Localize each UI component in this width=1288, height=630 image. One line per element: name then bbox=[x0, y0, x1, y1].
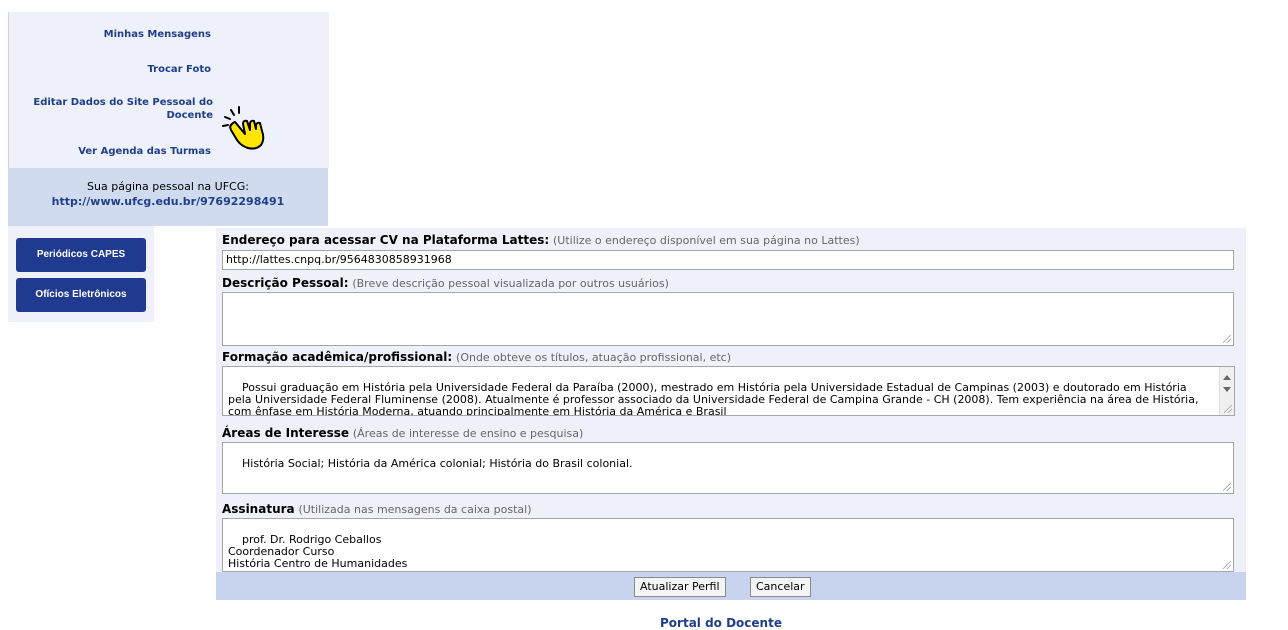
form-button-bar: Atualizar Perfil Cancelar bbox=[216, 572, 1246, 600]
assinatura-hint: (Utilizada nas mensagens da caixa postal… bbox=[298, 503, 532, 516]
lattes-url-input[interactable]: http://lattes.cnpq.br/9564830858931968 bbox=[222, 250, 1234, 270]
areas-label: Áreas de Interesse bbox=[222, 426, 350, 440]
formacao-field-label: Formação acadêmica/profissional: (Onde o… bbox=[222, 350, 731, 364]
descricao-field-label: Descrição Pessoal: (Breve descrição pess… bbox=[222, 276, 669, 290]
assinatura-textarea[interactable]: prof. Dr. Rodrigo Ceballos Coordenador C… bbox=[222, 518, 1234, 572]
areas-textarea[interactable]: História Social; História da América col… bbox=[222, 442, 1234, 494]
lattes-label: Endereço para acessar CV na Plataforma L… bbox=[222, 233, 550, 247]
areas-field-label: Áreas de Interesse (Áreas de interesse d… bbox=[222, 426, 583, 440]
sidebar-menu: Minhas Mensagens Trocar Foto Editar Dado… bbox=[8, 12, 329, 168]
menu-item-editar-dados-site[interactable]: Editar Dados do Site Pessoal do Docente bbox=[0, 96, 213, 122]
periodicos-capes-button[interactable]: Periódicos CAPES bbox=[16, 238, 146, 272]
personal-page-url-link[interactable]: http://www.ufcg.edu.br/97692298491 bbox=[8, 195, 328, 208]
areas-value: História Social; História da América col… bbox=[242, 457, 633, 470]
formacao-value: Possui graduação em História pela Univer… bbox=[228, 381, 1202, 416]
lattes-field-label: Endereço para acessar CV na Plataforma L… bbox=[222, 233, 860, 247]
descricao-hint: (Breve descrição pessoal visualizada por… bbox=[352, 277, 669, 290]
formacao-label: Formação acadêmica/profissional: bbox=[222, 350, 453, 364]
areas-hint: (Áreas de interesse de ensino e pesquisa… bbox=[352, 427, 584, 440]
assinatura-label: Assinatura bbox=[222, 502, 295, 516]
descricao-textarea[interactable] bbox=[222, 292, 1234, 346]
menu-item-trocar-foto[interactable]: Trocar Foto bbox=[147, 63, 211, 76]
descricao-label: Descrição Pessoal: bbox=[222, 276, 349, 290]
resize-grip-icon[interactable] bbox=[1223, 335, 1231, 343]
formacao-hint: (Onde obteve os títulos, atuação profiss… bbox=[456, 351, 732, 364]
portal-docente-link[interactable]: Portal do Docente bbox=[660, 616, 782, 630]
menu-item-minhas-mensagens[interactable]: Minhas Mensagens bbox=[104, 28, 211, 41]
scroll-up-icon[interactable] bbox=[1223, 375, 1231, 380]
quick-links-panel: Periódicos CAPES Ofícios Eletrônicos bbox=[8, 226, 154, 322]
lattes-hint: (Utilize o endereço disponível em sua pá… bbox=[553, 234, 860, 247]
personal-page-label: Sua página pessoal na UFCG: bbox=[87, 180, 249, 193]
profile-form: Endereço para acessar CV na Plataforma L… bbox=[216, 228, 1246, 600]
atualizar-perfil-button[interactable]: Atualizar Perfil bbox=[634, 577, 726, 597]
cancelar-button[interactable]: Cancelar bbox=[750, 577, 811, 597]
assinatura-value: prof. Dr. Rodrigo Ceballos Coordenador C… bbox=[228, 533, 408, 570]
resize-grip-icon[interactable] bbox=[1223, 561, 1231, 569]
resize-grip-icon[interactable] bbox=[1223, 483, 1231, 491]
assinatura-field-label: Assinatura (Utilizada nas mensagens da c… bbox=[222, 502, 531, 516]
personal-page-box: Sua página pessoal na UFCG: http://www.u… bbox=[8, 168, 328, 226]
pointing-hand-icon bbox=[222, 106, 265, 150]
oficios-eletronicos-button[interactable]: Ofícios Eletrônicos bbox=[16, 278, 146, 312]
menu-item-ver-agenda-turmas[interactable]: Ver Agenda das Turmas bbox=[78, 145, 211, 158]
formacao-textarea[interactable]: Possui graduação em História pela Univer… bbox=[222, 366, 1235, 416]
resize-grip-icon[interactable] bbox=[1224, 405, 1232, 413]
scroll-down-icon[interactable] bbox=[1223, 387, 1231, 392]
